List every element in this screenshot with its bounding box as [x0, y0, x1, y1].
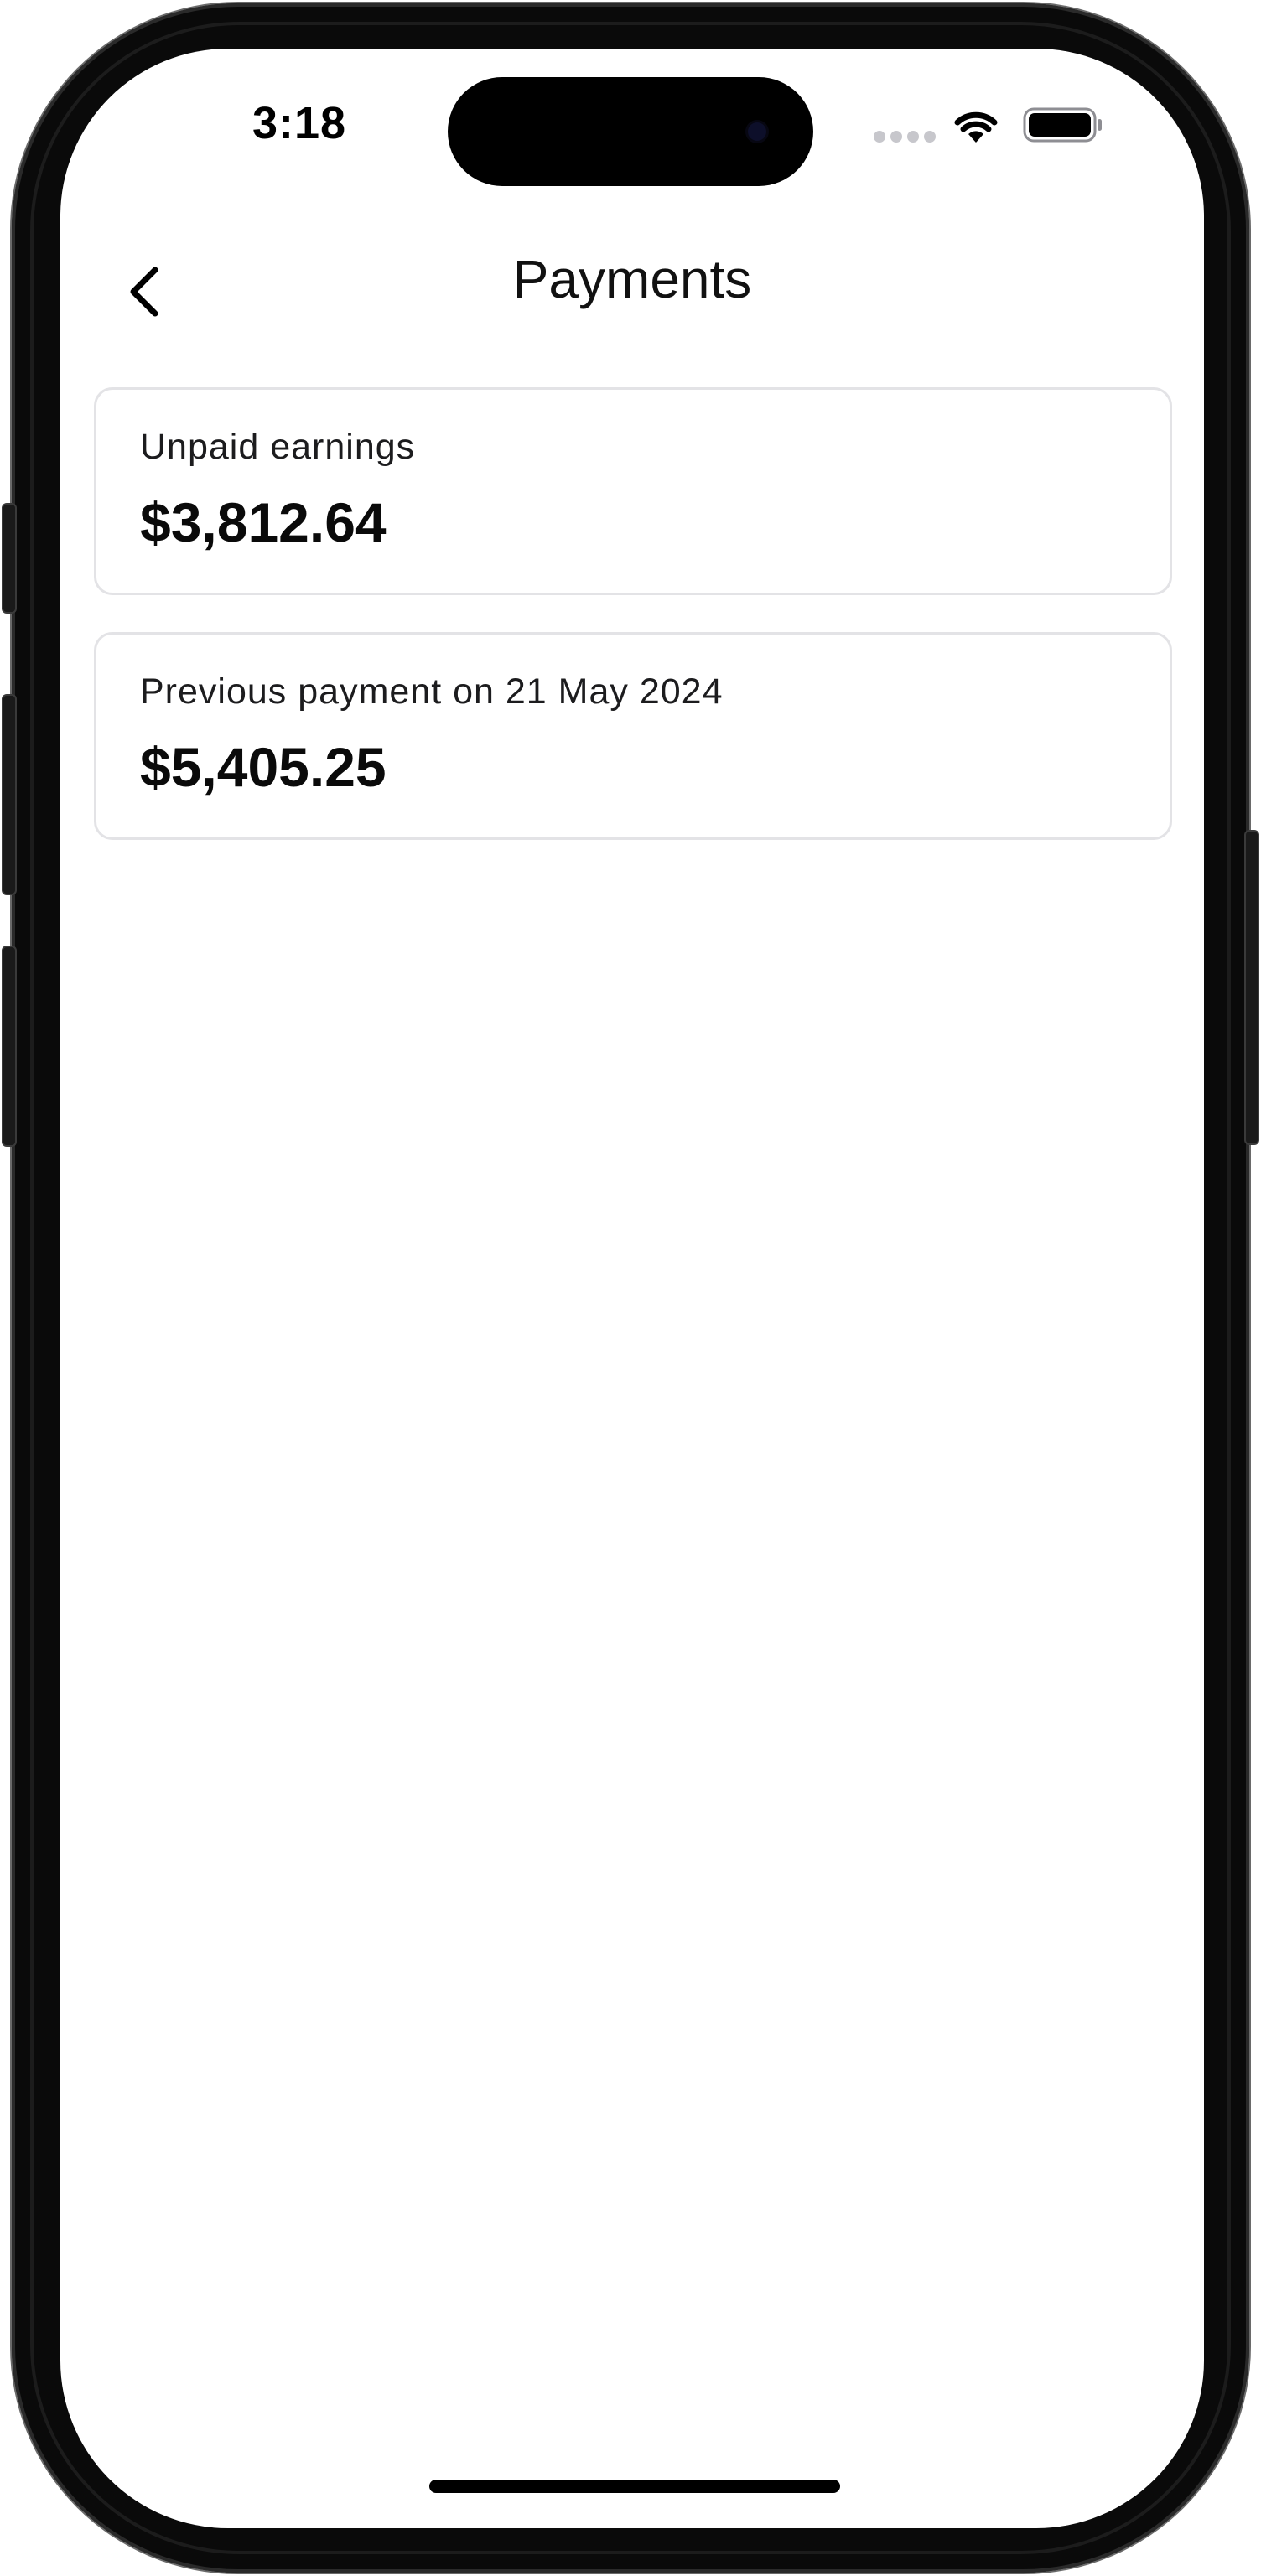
card-amount: $5,405.25: [140, 736, 387, 798]
cellular-signal-icon: [874, 131, 937, 143]
dynamic-island: [448, 77, 813, 186]
battery-icon: [1023, 107, 1102, 143]
silent-switch: [2, 503, 17, 614]
volume-up-button: [2, 694, 17, 895]
screen: 3:18 Payments Unpaid earnings $3,812.64 …: [60, 49, 1204, 2528]
volume-down-button: [2, 946, 17, 1147]
card-amount: $3,812.64: [140, 491, 387, 553]
previous-payment-card: Previous payment on 21 May 2024 $5,405.2…: [94, 632, 1172, 840]
power-button: [1244, 830, 1259, 1145]
camera-icon: [748, 122, 766, 141]
card-label: Previous payment on 21 May 2024: [140, 671, 724, 712]
page-title: Payments: [512, 249, 752, 309]
wifi-icon: [954, 111, 998, 143]
home-indicator[interactable]: [429, 2480, 840, 2493]
status-time: 3:18: [252, 98, 347, 148]
card-label: Unpaid earnings: [140, 427, 416, 467]
unpaid-earnings-card: Unpaid earnings $3,812.64: [94, 387, 1172, 595]
